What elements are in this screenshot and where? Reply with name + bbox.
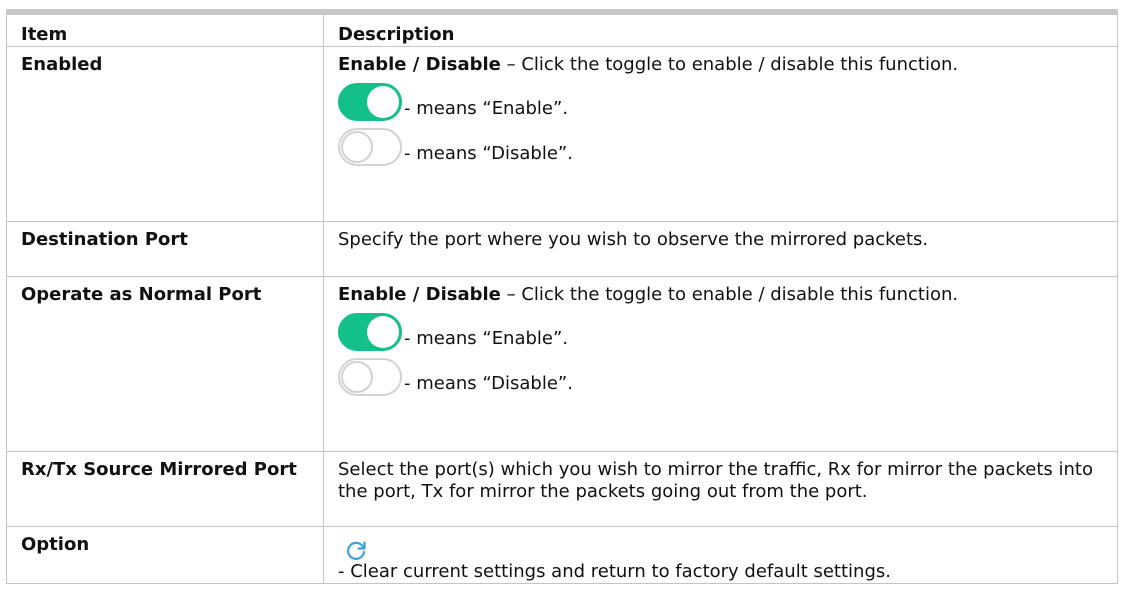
- toggle-on-icon: [338, 83, 402, 121]
- toggle-on-caption: - means “Enable”.: [404, 328, 569, 349]
- description-sentence: – Click the toggle to enable / disable t…: [500, 284, 959, 305]
- item-operate-normal-port: Operate as Normal Port: [6, 276, 324, 452]
- toggle-off-icon: [338, 128, 402, 166]
- item-destination-port: Destination Port: [6, 221, 324, 277]
- toggle-off-line: - means “Disable”.: [338, 358, 1107, 396]
- bold-label: Enable / Disable: [338, 284, 501, 305]
- option-caption: - Clear current settings and return to f…: [338, 561, 891, 582]
- item-enabled: Enabled: [6, 46, 324, 222]
- table-row: Operate as Normal Port Enable / Disable …: [6, 276, 1118, 452]
- item-option: Option: [6, 526, 324, 584]
- item-rxtx-source-port: Rx/Tx Source Mirrored Port: [6, 451, 324, 527]
- table-row: Enabled Enable / Disable – Click the tog…: [6, 46, 1118, 222]
- table-row: Destination Port Specify the port where …: [6, 221, 1118, 277]
- description-sentence: – Click the toggle to enable / disable t…: [500, 54, 959, 75]
- description-option: - Clear current settings and return to f…: [323, 526, 1118, 584]
- description-table: Item Description Enabled Enable / Disabl…: [6, 9, 1118, 584]
- toggle-on-caption: - means “Enable”.: [404, 98, 569, 119]
- header-item: Item: [6, 11, 324, 47]
- description-rxtx-source-port: Select the port(s) which you wish to mir…: [323, 451, 1118, 527]
- toggle-off-icon: [338, 358, 402, 396]
- description-text: Enable / Disable – Click the toggle to e…: [338, 54, 1107, 76]
- description-enabled: Enable / Disable – Click the toggle to e…: [323, 46, 1118, 222]
- refresh-icon: [347, 541, 366, 560]
- description-operate-normal-port: Enable / Disable – Click the toggle to e…: [323, 276, 1118, 452]
- bold-label: Enable / Disable: [338, 54, 501, 75]
- toggle-off-caption: - means “Disable”.: [404, 143, 573, 164]
- toggle-off-line: - means “Disable”.: [338, 128, 1107, 166]
- refresh-line: - Clear current settings and return to f…: [338, 539, 1107, 583]
- header-row: Item Description: [6, 11, 1118, 47]
- toggle-on-line: - means “Enable”.: [338, 83, 1107, 121]
- description-destination-port: Specify the port where you wish to obser…: [323, 221, 1118, 277]
- table-row: Option - Clear current settings and retu…: [6, 526, 1118, 584]
- table-row: Rx/Tx Source Mirrored Port Select the po…: [6, 451, 1118, 527]
- toggle-on-line: - means “Enable”.: [338, 313, 1107, 351]
- description-text: Enable / Disable – Click the toggle to e…: [338, 284, 1107, 306]
- toggle-on-icon: [338, 313, 402, 351]
- header-description: Description: [323, 11, 1118, 47]
- toggle-off-caption: - means “Disable”.: [404, 373, 573, 394]
